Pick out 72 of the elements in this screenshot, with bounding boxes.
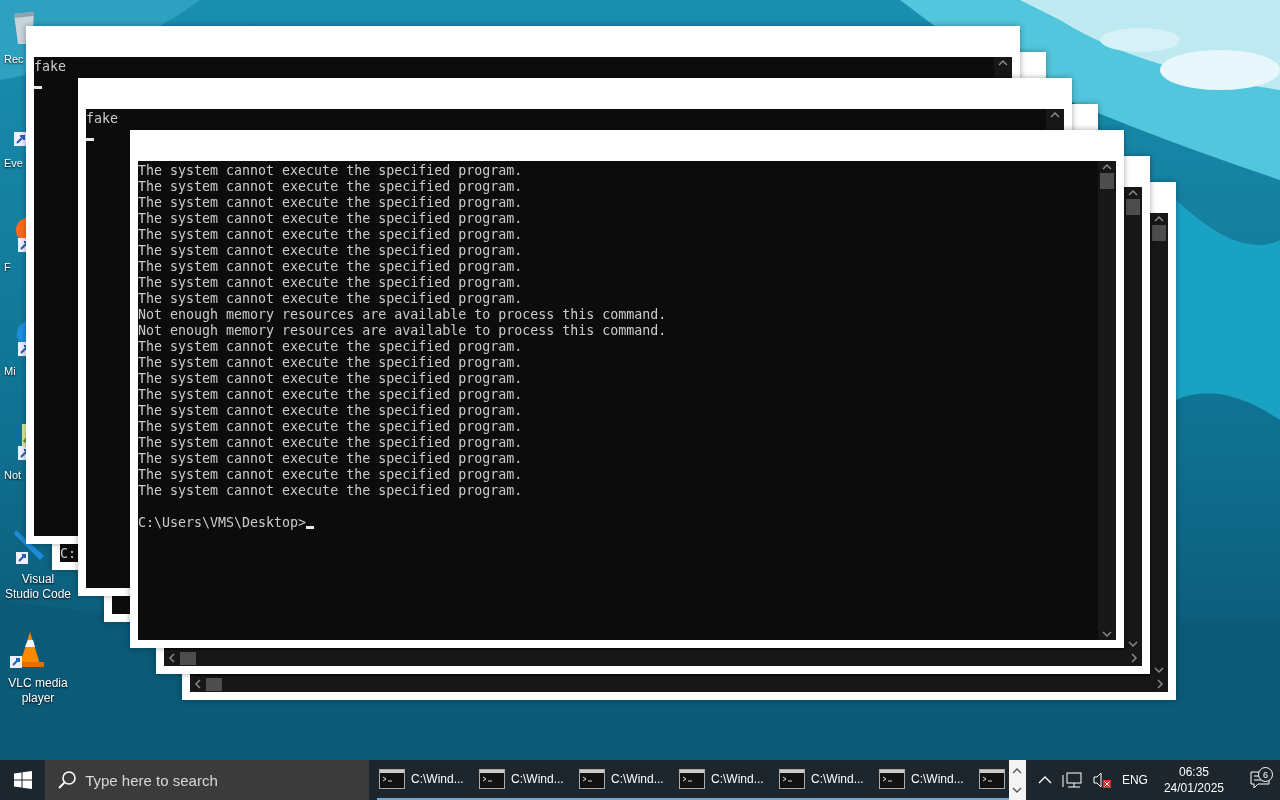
taskbar-button[interactable]: C:\Wind... — [477, 760, 577, 800]
console-line: The system cannot execute the specified program. — [138, 227, 523, 243]
volume-muted-icon[interactable] — [1091, 771, 1112, 789]
console-line: The system cannot execute the specified program. — [138, 355, 523, 371]
scrollbar-thumb[interactable] — [1152, 225, 1166, 241]
terminal-icon — [379, 769, 405, 789]
windows-logo-icon — [13, 771, 32, 789]
terminal-icon — [479, 769, 505, 789]
taskbar-button[interactable]: C:\Wind... — [777, 760, 877, 800]
console-line: Not enough memory resources are available to process this command. — [138, 323, 667, 339]
desktop-icon-label[interactable]: Not — [4, 468, 22, 483]
console-line: The system cannot execute the specified program. — [138, 371, 523, 387]
console-line: The system cannot execute the specified program. — [138, 483, 523, 499]
chevron-down-icon[interactable] — [1102, 630, 1112, 638]
console-line: The system cannot execute the specified program. — [138, 259, 523, 275]
command-prompt: C:\Users\VMS\Desktop> — [138, 515, 307, 531]
console-line: fake — [34, 59, 67, 75]
chevron-down-icon[interactable] — [1128, 640, 1138, 648]
console-line: C: — [60, 546, 76, 562]
scrollbar-thumb[interactable] — [180, 651, 196, 665]
horizontal-scrollbar[interactable] — [190, 676, 1168, 692]
scrollbar-thumb[interactable] — [206, 677, 222, 691]
taskbar-scroll[interactable] — [1009, 760, 1026, 800]
chevron-left-icon[interactable] — [168, 653, 176, 663]
network-icon[interactable] — [1061, 771, 1082, 789]
console-line: The system cannot execute the specified program. — [138, 435, 523, 451]
console-line: The system cannot execute the specified program. — [138, 163, 523, 179]
console-line: The system cannot execute the specified program. — [138, 195, 523, 211]
console-line: The system cannot execute the specified program. — [138, 179, 523, 195]
terminal-icon — [979, 769, 1005, 789]
message-icon — [1250, 771, 1270, 789]
taskbar-button[interactable]: C:\Wind... — [377, 760, 477, 800]
chevron-up-icon[interactable] — [1012, 766, 1023, 774]
terminal-icon — [679, 769, 705, 789]
desktop-icon-label[interactable]: VLC media player — [4, 676, 72, 706]
chevron-right-icon[interactable] — [1130, 653, 1138, 663]
console-line: The system cannot execute the specified program. — [138, 467, 523, 483]
vertical-scrollbar[interactable] — [1098, 161, 1116, 640]
terminal-icon — [779, 769, 805, 789]
clock[interactable]: 06:35 24/01/2025 — [1157, 764, 1230, 796]
console-line: The system cannot execute the specified program. — [138, 275, 523, 291]
chevron-down-icon[interactable] — [1154, 666, 1164, 674]
vertical-scrollbar[interactable] — [1124, 187, 1142, 650]
chevron-down-icon[interactable] — [1012, 786, 1023, 794]
chevron-right-icon[interactable] — [1156, 679, 1164, 689]
console-line: fake — [86, 111, 119, 127]
terminal-icon — [879, 769, 905, 789]
horizontal-scrollbar[interactable] — [164, 650, 1142, 666]
console-line: Not enough memory resources are available to process this command. — [138, 307, 667, 323]
terminal-icon — [579, 769, 605, 789]
scrollbar-thumb[interactable] — [1126, 199, 1140, 215]
console-line: The system cannot execute the specified program. — [138, 339, 523, 355]
console-line: The system cannot execute the specified program. — [138, 419, 523, 435]
console-line: The system cannot execute the specified program. — [138, 291, 523, 307]
vertical-scrollbar[interactable] — [1150, 213, 1168, 676]
desktop-icon-label[interactable]: Visual Studio Code — [4, 572, 72, 602]
console-line: The system cannot execute the specified program. — [138, 403, 523, 419]
desktop-icon-label[interactable]: Mi — [4, 364, 16, 379]
scrollbar-thumb[interactable] — [1100, 173, 1114, 189]
taskbar-button[interactable]: C:\Wind... — [577, 760, 677, 800]
taskbar-button[interactable]: C:\Wind... — [677, 760, 777, 800]
search-field[interactable]: Type here to search — [45, 760, 369, 800]
language-indicator[interactable]: ENG — [1121, 773, 1148, 787]
chevron-left-icon[interactable] — [194, 679, 202, 689]
console-line: The system cannot execute the specified program. — [138, 211, 523, 227]
desktop-icon-label[interactable]: F — [4, 260, 11, 275]
console-line: The system cannot execute the specified program. — [138, 387, 523, 403]
desktop-icon-label[interactable]: Eve — [4, 156, 23, 171]
console-line: The system cannot execute the specified program. — [138, 243, 523, 259]
notification-count: 6 — [1258, 767, 1273, 782]
console-line: The system cannot execute the specified program. — [138, 451, 523, 467]
taskbar-button[interactable]: C:\Wind... — [877, 760, 977, 800]
